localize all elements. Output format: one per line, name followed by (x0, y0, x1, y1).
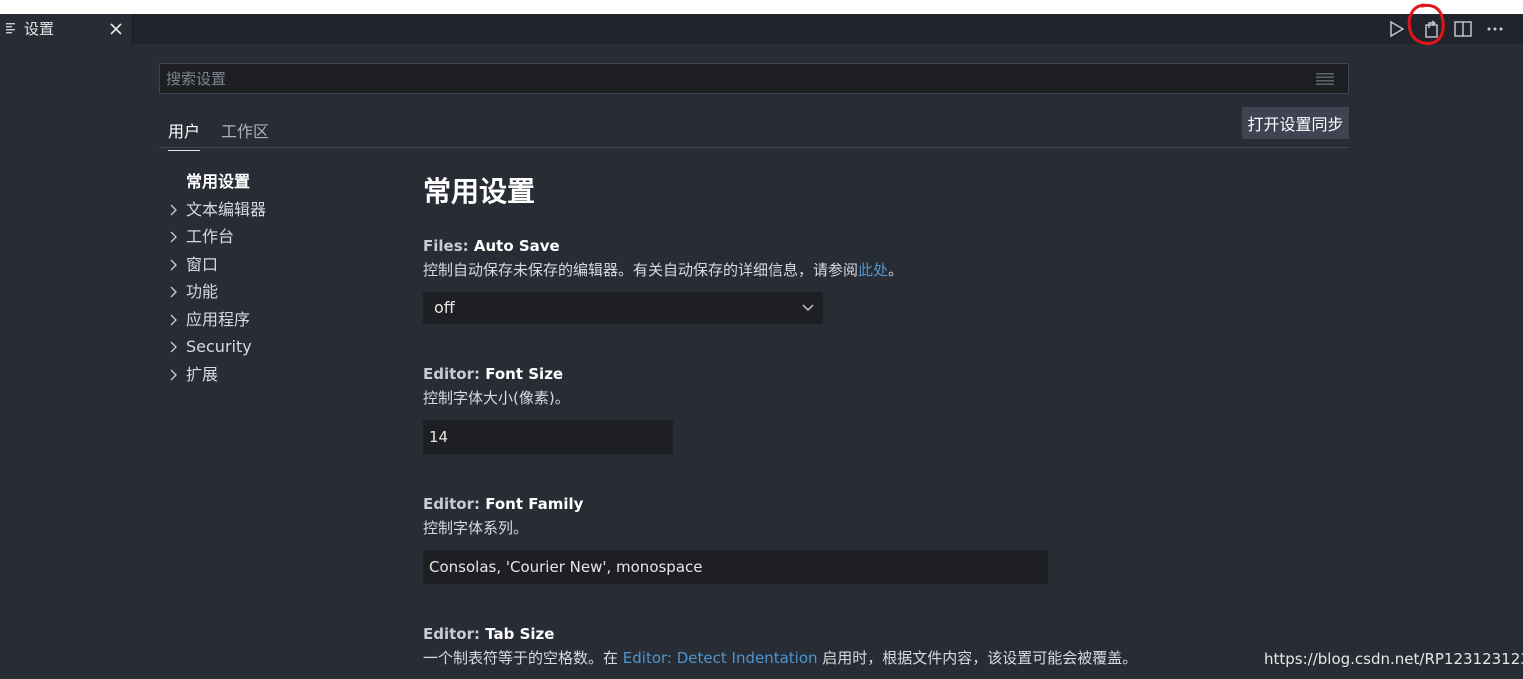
toc-item-label: 文本编辑器 (186, 199, 267, 219)
toc-item-label: 常用设置 (186, 172, 251, 191)
setting-title: Editor: Font Size (423, 365, 1323, 383)
toc-item-security[interactable]: Security (166, 333, 386, 361)
setting-description: 一个制表符等于的空格数。在 Editor: Detect Indentation… (423, 649, 1323, 667)
setting-key: Auto Save (473, 237, 560, 255)
here-link[interactable]: 此处 (858, 261, 888, 279)
setting-title: Editor: Font Family (423, 495, 1323, 513)
settings-editor-tab[interactable]: 设置 (0, 14, 133, 44)
toc-item-label: 应用程序 (186, 309, 251, 329)
editor-tab-bar: 设置 (0, 14, 1523, 44)
setting-title: Editor: Tab Size (423, 625, 1323, 643)
toc-item-text-editor[interactable]: 文本编辑器 (166, 196, 386, 224)
setting-category: Editor: (423, 625, 486, 643)
settings-scope-tabs: 用户 工作区 (159, 108, 1349, 151)
setting-tab-size: Editor: Tab Size 一个制表符等于的空格数。在 Editor: D… (423, 625, 1323, 667)
chevron-right-icon (170, 286, 177, 298)
tab-workspace[interactable]: 工作区 (221, 118, 269, 150)
toc-item-commonly-used[interactable]: 常用设置 (166, 168, 386, 196)
setting-auto-save: Files: Auto Save 控制自动保存未保存的编辑器。有关自动保存的详细… (423, 237, 1323, 324)
section-title: 常用设置 (423, 175, 536, 208)
description-text: 启用时，根据文件内容，该设置可能会被覆盖。 (817, 649, 1138, 667)
open-settings-json-icon[interactable] (1422, 19, 1442, 39)
setting-description: 控制字体系列。 (423, 519, 529, 537)
chevron-right-icon (170, 369, 177, 380)
chevron-right-icon (170, 231, 177, 243)
tab-user[interactable]: 用户 (168, 118, 201, 151)
split-editor-icon[interactable] (1453, 19, 1473, 39)
setting-category: Files: (423, 237, 474, 255)
setting-key: Tab Size (485, 625, 555, 643)
search-input[interactable] (160, 64, 1348, 93)
toc-item-features[interactable]: 功能 (166, 278, 386, 306)
chevron-down-icon (802, 304, 814, 311)
font-family-input[interactable]: Consolas, 'Courier New', monospace (423, 550, 1048, 584)
setting-font-family: Editor: Font Family 控制字体系列。 Consolas, 'C… (423, 495, 1323, 584)
description-text: 。 (888, 261, 904, 279)
setting-title: Files: Auto Save (423, 237, 1323, 255)
setting-category: Editor: (423, 365, 486, 383)
toc-item-label: 功能 (186, 282, 219, 301)
open-settings-sync-button[interactable]: 打开设置同步 (1242, 107, 1349, 139)
setting-description: 控制自动保存未保存的编辑器。有关自动保存的详细信息，请参阅此处。 (423, 261, 1323, 279)
setting-description: 控制字体大小(像素)。 (423, 389, 570, 407)
close-icon[interactable] (108, 21, 124, 37)
window-top-strip (0, 0, 1523, 14)
detect-indentation-link[interactable]: Editor: Detect Indentation (623, 649, 818, 667)
toc-item-workbench[interactable]: 工作台 (166, 223, 386, 251)
toc-item-label: 工作台 (186, 227, 235, 246)
chevron-right-icon (170, 314, 177, 325)
dropdown-value: off (434, 298, 455, 317)
filter-icon[interactable] (1316, 73, 1334, 85)
watermark-text: https://blog.csdn.net/RP123123123 (1264, 650, 1523, 668)
setting-key: Font Family (485, 495, 584, 513)
toc-item-application[interactable]: 应用程序 (166, 306, 386, 334)
toc-item-label: 扩展 (186, 364, 219, 384)
description-text: 一个制表符等于的空格数。在 (423, 649, 623, 667)
toc-item-label: Security (186, 337, 252, 356)
auto-save-dropdown[interactable]: off (423, 292, 823, 324)
setting-font-size: Editor: Font Size 控制字体大小(像素)。 14 (423, 365, 1323, 454)
setting-category: Editor: (423, 495, 486, 513)
toc-item-label: 窗口 (186, 254, 219, 274)
setting-key: Font Size (485, 365, 564, 383)
settings-toc: 常用设置 文本编辑器 工作台 窗口 功能 应用程序 Security 扩展 (166, 168, 386, 388)
chevron-right-icon (170, 204, 177, 215)
font-size-input[interactable]: 14 (423, 420, 673, 454)
run-icon[interactable] (1387, 19, 1407, 39)
description-text: 控制自动保存未保存的编辑器。有关自动保存的详细信息，请参阅 (423, 261, 859, 279)
chevron-right-icon (170, 259, 177, 270)
settings-search-box[interactable] (159, 63, 1349, 94)
toc-item-window[interactable]: 窗口 (166, 251, 386, 279)
settings-tab-label: 设置 (24, 20, 55, 38)
toc-item-extensions[interactable]: 扩展 (166, 361, 386, 389)
settings-file-icon (6, 23, 15, 34)
chevron-right-icon (170, 341, 177, 353)
more-actions-icon[interactable] (1485, 19, 1505, 39)
